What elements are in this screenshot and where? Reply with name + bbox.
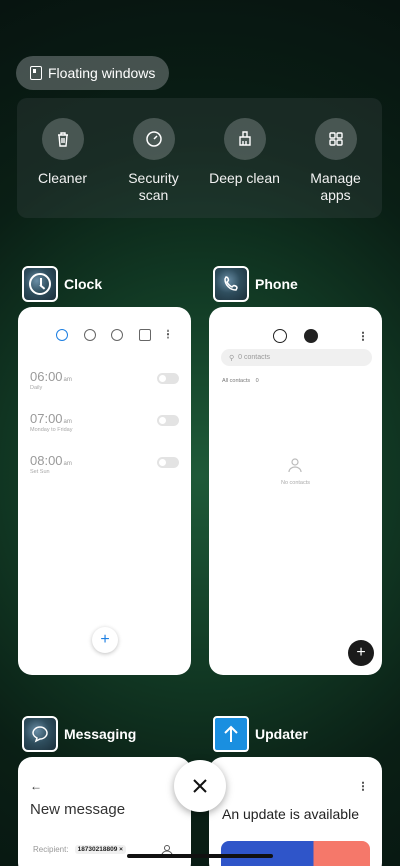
timer-tab-icon[interactable] — [139, 329, 152, 341]
phone-app-card[interactable]: ⚲ 0 contacts All contacts 0 No contacts … — [209, 307, 382, 675]
speedometer-icon — [132, 118, 175, 160]
phone-app-header[interactable]: Phone — [213, 266, 298, 302]
trash-icon — [41, 118, 84, 160]
alarm-ampm: am — [63, 461, 72, 467]
clock-app-icon — [22, 266, 58, 302]
manage-apps-button[interactable]: Manage apps — [290, 98, 381, 218]
plus-icon: + — [356, 644, 366, 661]
phone-tab-icon[interactable] — [273, 329, 287, 343]
messaging-app-card[interactable]: ← New message Recipient: 18730218809 × — [18, 757, 191, 866]
world-clock-tab-icon[interactable] — [83, 329, 96, 341]
contacts-search-field[interactable]: ⚲ 0 contacts — [221, 349, 372, 366]
search-icon: ⚲ — [229, 354, 235, 362]
grid-icon — [314, 118, 357, 160]
alarm-repeat: Daily — [30, 385, 43, 391]
alarm-toggle[interactable] — [157, 415, 179, 426]
close-icon — [193, 779, 207, 793]
messaging-app-header[interactable]: Messaging — [22, 716, 136, 752]
floating-windows-button[interactable]: Floating windows — [16, 56, 170, 90]
stopwatch-tab-icon[interactable] — [111, 329, 124, 341]
deep-clean-label: Deep clean — [209, 170, 280, 186]
no-contacts-label: No contacts — [280, 480, 311, 486]
alarm-toggle[interactable] — [157, 457, 179, 468]
close-all-button[interactable] — [174, 760, 226, 812]
all-contacts-count: 0 — [255, 378, 259, 384]
floating-window-icon — [30, 66, 42, 80]
security-scan-button[interactable]: Security scan — [108, 98, 199, 218]
alarm-toggle[interactable] — [157, 373, 179, 384]
cleaner-button[interactable]: Cleaner — [17, 98, 108, 218]
add-alarm-button[interactable]: + — [92, 627, 118, 653]
clock-app-card[interactable]: 06:00am Daily 07:00am Monday to Friday 0… — [18, 307, 191, 675]
broom-icon — [223, 118, 266, 160]
alarm-time: 07:00 — [30, 411, 63, 426]
alarm-time: 06:00 — [30, 369, 63, 384]
clock-app-name: Clock — [64, 276, 103, 292]
manage-apps-label: Manage apps — [310, 170, 361, 203]
updater-app-card[interactable]: An update is available — [209, 757, 382, 866]
alarm-tab-icon[interactable] — [55, 329, 68, 341]
clock-app-header[interactable]: Clock — [22, 266, 102, 302]
alarm-time: 08:00 — [30, 453, 63, 468]
floating-windows-label: Floating windows — [48, 65, 156, 81]
quick-actions-panel: Cleaner Security scan Deep clean Manage … — [17, 98, 382, 218]
alarm-row[interactable]: 07:00am Monday to Friday — [30, 411, 179, 441]
search-placeholder: 0 contacts — [238, 354, 271, 361]
plus-icon: + — [100, 631, 110, 648]
updater-app-icon — [213, 716, 249, 752]
all-contacts-row[interactable]: All contacts 0 — [222, 378, 259, 384]
alarm-repeat: Monday to Friday — [30, 427, 73, 433]
more-options-icon[interactable] — [362, 781, 364, 791]
back-arrow-icon[interactable]: ← — [30, 779, 42, 793]
phone-tabs — [209, 329, 382, 343]
recipient-value: 18730218809 — [77, 846, 118, 853]
recipient-chip[interactable]: 18730218809 × — [74, 845, 126, 854]
messaging-app-name: Messaging — [64, 726, 137, 742]
phone-app-name: Phone — [255, 276, 298, 292]
recipient-field[interactable]: Recipient: 18730218809 × — [33, 845, 126, 854]
cleaner-label: Cleaner — [37, 170, 88, 186]
alarm-ampm: am — [63, 377, 72, 383]
alarm-ampm: am — [63, 419, 72, 425]
clock-tabs — [18, 329, 191, 341]
phone-app-icon — [213, 266, 249, 302]
more-options-icon[interactable] — [362, 331, 364, 341]
alarm-repeat: Set Sun — [30, 469, 50, 475]
contacts-tab-icon[interactable] — [304, 329, 318, 343]
update-available-title: An update is available — [222, 806, 359, 822]
new-message-title: New message — [30, 801, 126, 818]
more-options-icon[interactable] — [167, 329, 170, 339]
messaging-app-icon — [22, 716, 58, 752]
alarm-row[interactable]: 06:00am Daily — [30, 369, 179, 399]
add-contact-button[interactable]: + — [348, 640, 374, 666]
person-icon — [287, 457, 303, 473]
deep-clean-button[interactable]: Deep clean — [199, 98, 290, 218]
all-contacts-label: All contacts — [222, 378, 251, 384]
updater-app-header[interactable]: Updater — [213, 716, 308, 752]
updater-app-name: Updater — [255, 726, 308, 742]
recipient-label: Recipient: — [33, 845, 69, 854]
security-scan-label: Security scan — [128, 170, 179, 203]
contact-picker-icon[interactable] — [161, 843, 173, 861]
alarm-row[interactable]: 08:00am Set Sun — [30, 453, 179, 483]
home-indicator[interactable] — [127, 854, 273, 858]
